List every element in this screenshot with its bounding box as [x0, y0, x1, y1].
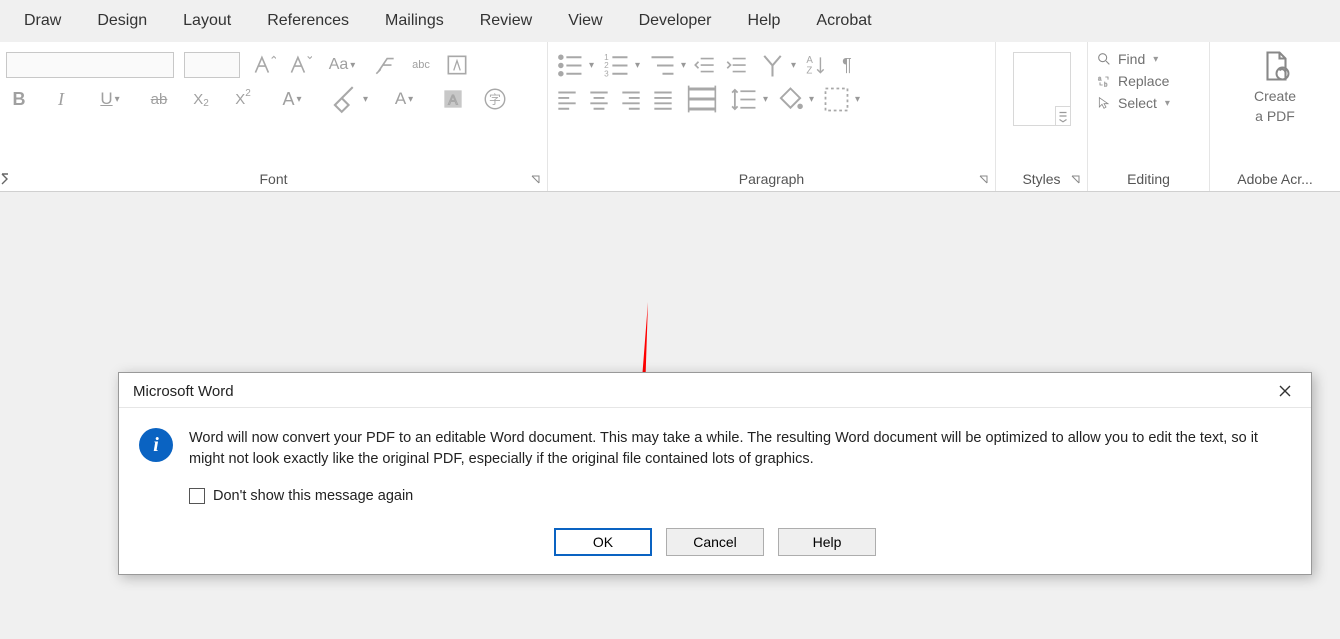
- find-dropdown[interactable]: Find ▾: [1094, 48, 1203, 70]
- info-icon: i: [139, 428, 173, 462]
- document-area: Microsoft Word i Word will now convert y…: [0, 192, 1340, 633]
- asian-layout-dropdown[interactable]: ▾: [756, 52, 796, 78]
- strikethrough-icon[interactable]: ab: [146, 86, 172, 112]
- align-center-icon[interactable]: [586, 86, 612, 112]
- ribbon-overflow-icon[interactable]: [0, 172, 14, 186]
- multilevel-list-dropdown[interactable]: ▾: [646, 52, 686, 78]
- font-name-dropdown[interactable]: [6, 52, 174, 78]
- svg-text:字: 字: [489, 92, 501, 106]
- find-label: Find: [1118, 51, 1145, 67]
- align-left-icon[interactable]: [554, 86, 580, 112]
- superscript-icon[interactable]: X2: [230, 86, 256, 112]
- menu-mailings[interactable]: Mailings: [367, 8, 462, 34]
- sort-icon[interactable]: AZ: [802, 52, 828, 78]
- menu-view[interactable]: View: [550, 8, 620, 34]
- svg-text:b: b: [1104, 82, 1108, 88]
- menu-draw[interactable]: Draw: [6, 8, 79, 34]
- menu-bar: Draw Design Layout References Mailings R…: [0, 0, 1340, 42]
- menu-acrobat[interactable]: Acrobat: [798, 8, 889, 34]
- font-size-dropdown[interactable]: [184, 52, 240, 78]
- line-spacing-dropdown[interactable]: ▾: [728, 86, 768, 112]
- paragraph-dialog-launcher-icon[interactable]: [977, 173, 991, 187]
- subscript-icon[interactable]: X2: [188, 86, 214, 112]
- dialog-close-button[interactable]: [1271, 381, 1299, 401]
- bold-icon[interactable]: B: [6, 86, 32, 112]
- justify-icon[interactable]: [650, 86, 676, 112]
- styles-expand-icon[interactable]: [1055, 106, 1071, 126]
- ribbon-group-editing: Find ▾ ab Replace Select ▾ Editing: [1088, 42, 1210, 191]
- numbering-dropdown[interactable]: 123▾: [600, 52, 640, 78]
- cancel-button[interactable]: Cancel: [666, 528, 764, 556]
- styles-dialog-launcher-icon[interactable]: [1069, 173, 1083, 187]
- character-border-icon[interactable]: [444, 52, 470, 78]
- align-right-icon[interactable]: [618, 86, 644, 112]
- create-pdf-label-2: a PDF: [1255, 108, 1295, 124]
- distributed-align-icon[interactable]: [682, 86, 722, 112]
- menu-developer[interactable]: Developer: [621, 8, 730, 34]
- editing-group-label: Editing: [1094, 171, 1203, 191]
- highlight-dropdown[interactable]: ▾: [328, 86, 368, 112]
- change-case-dropdown[interactable]: Aa▾: [322, 52, 362, 78]
- phonetic-guide-icon[interactable]: abc: [408, 52, 434, 78]
- menu-design[interactable]: Design: [79, 8, 165, 34]
- replace-label: Replace: [1118, 73, 1169, 89]
- italic-icon[interactable]: I: [48, 86, 74, 112]
- ribbon-group-adobe: Create a PDF Adobe Acr...: [1210, 42, 1340, 191]
- ribbon: Aa▾ abc B I U▾ ab X2 X2 A▾ ▾ A▾ A 字 Font: [0, 42, 1340, 192]
- font-dialog-launcher-icon[interactable]: [529, 173, 543, 187]
- dialog: Microsoft Word i Word will now convert y…: [118, 372, 1312, 575]
- increase-indent-icon[interactable]: [724, 52, 750, 78]
- ok-button[interactable]: OK: [554, 528, 652, 556]
- select-dropdown[interactable]: Select ▾: [1094, 92, 1203, 114]
- menu-help[interactable]: Help: [730, 8, 799, 34]
- ribbon-group-paragraph: ▾ 123▾ ▾ ▾ AZ ¶ ▾ ▾ ▾ Paragraph: [548, 42, 996, 191]
- shading-dropdown[interactable]: ▾: [774, 86, 814, 112]
- replace-button[interactable]: ab Replace: [1094, 70, 1203, 92]
- svg-text:3: 3: [604, 69, 609, 78]
- dialog-message: Word will now convert your PDF to an edi…: [189, 428, 1291, 470]
- svg-text:Z: Z: [806, 66, 812, 77]
- dialog-titlebar: Microsoft Word: [119, 373, 1311, 408]
- enclose-characters-icon[interactable]: 字: [482, 86, 508, 112]
- text-effects-dropdown[interactable]: A▾: [272, 86, 312, 112]
- dont-show-again-label: Don't show this message again: [213, 488, 413, 504]
- borders-dropdown[interactable]: ▾: [820, 86, 860, 112]
- font-group-label: Font: [6, 171, 541, 191]
- menu-references[interactable]: References: [249, 8, 367, 34]
- svg-text:A: A: [448, 91, 458, 107]
- create-pdf-label-1: Create: [1254, 88, 1296, 104]
- select-label: Select: [1118, 95, 1157, 111]
- styles-gallery[interactable]: [1013, 52, 1071, 126]
- svg-text:a: a: [1098, 76, 1102, 82]
- underline-dropdown[interactable]: U▾: [90, 86, 130, 112]
- menu-layout[interactable]: Layout: [165, 8, 249, 34]
- show-paragraph-marks-icon[interactable]: ¶: [834, 52, 860, 78]
- ribbon-group-font: Aa▾ abc B I U▾ ab X2 X2 A▾ ▾ A▾ A 字 Font: [0, 42, 548, 191]
- bullets-dropdown[interactable]: ▾: [554, 52, 594, 78]
- decrease-font-icon[interactable]: [286, 52, 312, 78]
- paragraph-group-label: Paragraph: [554, 171, 989, 191]
- adobe-group-label: Adobe Acr...: [1216, 171, 1334, 191]
- dont-show-again-checkbox[interactable]: [189, 488, 205, 504]
- create-pdf-button[interactable]: Create a PDF: [1216, 48, 1334, 124]
- decrease-indent-icon[interactable]: [692, 52, 718, 78]
- menu-review[interactable]: Review: [462, 8, 550, 34]
- clear-formatting-icon[interactable]: [372, 52, 398, 78]
- svg-text:A: A: [806, 55, 813, 66]
- ribbon-group-styles: Styles: [996, 42, 1088, 191]
- dialog-title: Microsoft Word: [133, 383, 234, 400]
- increase-font-icon[interactable]: [250, 52, 276, 78]
- help-button[interactable]: Help: [778, 528, 876, 556]
- font-color-dropdown[interactable]: A▾: [384, 86, 424, 112]
- character-shading-icon[interactable]: A: [440, 86, 466, 112]
